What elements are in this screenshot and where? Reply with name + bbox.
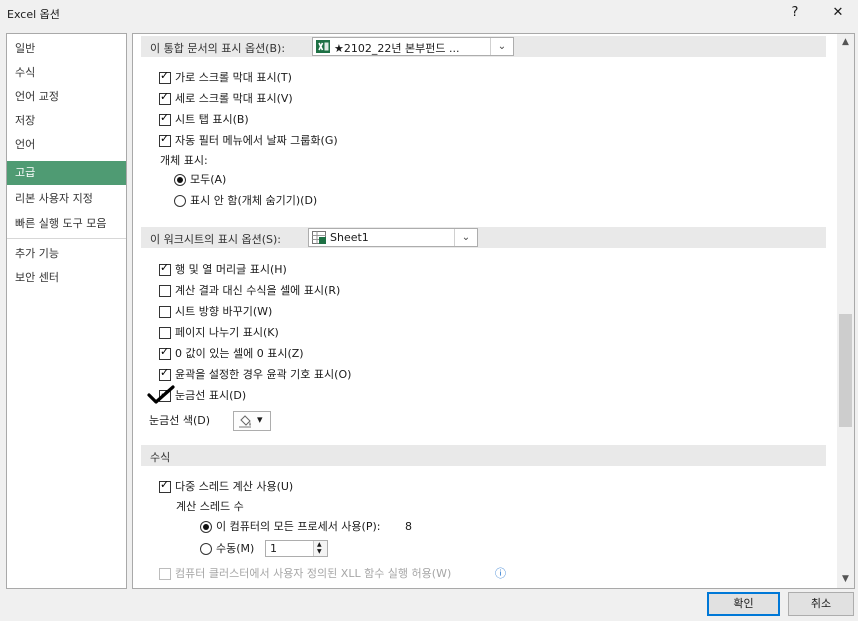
sidebar-item-formulas[interactable]: 수식 <box>7 61 126 85</box>
threads-label: 계산 스레드 수 <box>176 500 244 513</box>
scroll-down-icon[interactable]: ▼ <box>837 571 854 588</box>
chevron-down-icon[interactable]: ⌄ <box>454 229 477 246</box>
radio-dot <box>177 177 183 183</box>
option-label: 표시 안 함(개체 숨기기)(D) <box>190 194 318 207</box>
objects-label: 개체 표시: <box>160 154 208 167</box>
help-button[interactable]: ? <box>783 3 807 23</box>
option-label: 다중 스레드 계산 사용(U) <box>175 480 294 493</box>
radio-button[interactable] <box>200 521 212 533</box>
option-label: 윤곽을 설정한 경우 윤곽 기호 표시(O) <box>175 368 352 381</box>
chevron-down-icon[interactable]: ⌄ <box>490 38 513 55</box>
excel-workbook-icon <box>316 40 330 53</box>
sidebar-item-add-ins[interactable]: 추가 기능 <box>7 242 126 266</box>
stepper-arrows[interactable]: ▲ ▼ <box>313 541 327 556</box>
checkmark-icon: ✓ <box>160 345 170 358</box>
checkbox[interactable]: ✓ <box>159 132 171 147</box>
option-label: 수동(M) <box>216 542 255 555</box>
checkbox[interactable] <box>159 285 171 297</box>
sidebar-divider <box>7 238 126 239</box>
formula-section-header: 수식 <box>141 445 826 466</box>
option-label: 자동 필터 메뉴에서 날짜 그룹화(G) <box>175 134 338 147</box>
checkbox[interactable]: ✓ <box>159 261 171 276</box>
radio-button[interactable] <box>174 195 186 207</box>
options-sidebar: 일반 수식 언어 교정 저장 언어 고급 리본 사용자 지정 빠른 실행 도구 … <box>6 33 127 589</box>
gridline-color-row: 눈금선 색(D) <box>149 412 210 430</box>
option-label: 눈금선 표시(D) <box>175 389 247 402</box>
checkmark-icon: ✓ <box>160 111 170 124</box>
manual-threads-value[interactable]: 1 <box>270 542 277 555</box>
checkbox[interactable]: ✓ <box>159 366 171 381</box>
sidebar-item-advanced[interactable]: 고급 <box>7 161 126 185</box>
checkbox[interactable]: ✓ <box>159 345 171 360</box>
paint-bucket-icon <box>239 415 251 428</box>
sidebar-item-language[interactable]: 언어 <box>7 133 126 157</box>
ok-button[interactable]: 확인 <box>707 592 780 616</box>
workbook-display-header: 이 통합 문서의 표시 옵션(B): ★2102_22년 본부펀드 ... ⌄ <box>141 36 826 57</box>
option-label: 모두(A) <box>190 173 227 186</box>
checkmark-icon: ✓ <box>160 69 170 82</box>
option-label: 시트 방향 바꾸기(W) <box>175 305 273 318</box>
option-label: 행 및 열 머리글 표시(H) <box>175 263 287 276</box>
checkmark-icon: ✓ <box>160 478 170 491</box>
radio-dot <box>203 524 209 530</box>
manual-threads-stepper[interactable]: 1 ▲ ▼ <box>265 540 328 557</box>
option-label: 시트 탭 표시(B) <box>175 113 249 126</box>
close-button[interactable]: ✕ <box>826 3 850 23</box>
option-label: 세로 스크롤 막대 표시(V) <box>175 92 293 105</box>
checkbox[interactable]: ✓ <box>159 111 171 126</box>
scroll-thumb[interactable] <box>839 314 852 427</box>
sidebar-item-general[interactable]: 일반 <box>7 37 126 61</box>
sidebar-item-quick-access-toolbar[interactable]: 빠른 실행 도구 모음 <box>7 212 126 236</box>
sidebar-item-proofing[interactable]: 언어 교정 <box>7 85 126 109</box>
checkbox[interactable] <box>159 327 171 339</box>
window-title: Excel 옵션 <box>7 8 60 21</box>
title-bar: Excel 옵션 ? ✕ <box>0 0 858 26</box>
processor-count: 8 <box>405 520 412 533</box>
gridline-color-button[interactable]: ▾ <box>233 411 271 431</box>
workbook-display-label: 이 통합 문서의 표시 옵션(B): <box>150 42 286 55</box>
sheet-icon <box>312 231 326 244</box>
sidebar-item-customize-ribbon[interactable]: 리본 사용자 지정 <box>7 187 126 211</box>
checkbox <box>159 568 171 580</box>
stepper-down-icon[interactable]: ▼ <box>317 549 322 555</box>
sidebar-item-trust-center[interactable]: 보안 센터 <box>7 266 126 290</box>
option-label: 가로 스크롤 막대 표시(T) <box>175 71 292 84</box>
info-icon[interactable]: ⓘ <box>495 565 506 583</box>
sidebar-item-save[interactable]: 저장 <box>7 109 126 133</box>
checkbox[interactable]: ✓ <box>159 69 171 84</box>
advanced-options-panel: 이 통합 문서의 표시 옵션(B): ★2102_22년 본부펀드 ... ⌄ … <box>132 33 855 589</box>
checkbox[interactable]: ✓ <box>159 90 171 105</box>
radio-button[interactable] <box>200 543 212 555</box>
option-label: 0 값이 있는 셀에 0 표시(Z) <box>175 347 304 360</box>
checkbox[interactable] <box>159 306 171 318</box>
checkmark-icon: ✓ <box>160 366 170 379</box>
gridline-color-label: 눈금선 색(D) <box>149 414 211 427</box>
checkbox[interactable]: ✓ <box>159 478 171 493</box>
scroll-up-icon[interactable]: ▲ <box>837 34 854 51</box>
cancel-button[interactable]: 취소 <box>788 592 854 616</box>
handwritten-checkmark-icon <box>147 385 175 404</box>
workbook-select[interactable]: ★2102_22년 본부펀드 ... ⌄ <box>312 37 514 56</box>
worksheet-display-header: 이 워크시트의 표시 옵션(S): Sheet1 ⌄ <box>141 227 826 248</box>
checkmark-icon: ✓ <box>160 90 170 103</box>
option-label: 계산 결과 대신 수식을 셀에 표시(R) <box>175 284 341 297</box>
checkmark-icon: ✓ <box>160 132 170 145</box>
formula-section-label: 수식 <box>150 451 171 464</box>
workbook-select-value: ★2102_22년 본부펀드 ... <box>334 42 460 55</box>
sheet-select-value: Sheet1 <box>330 231 369 244</box>
radio-button[interactable] <box>174 174 186 186</box>
checkmark-icon: ✓ <box>160 261 170 274</box>
option-label: 컴퓨터 클러스터에서 사용자 정의된 XLL 함수 실행 허용(W) <box>175 567 452 580</box>
content-scrollbar[interactable]: ▲ ▼ <box>837 34 854 588</box>
chevron-down-icon[interactable]: ▾ <box>257 413 263 426</box>
sheet-select[interactable]: Sheet1 ⌄ <box>308 228 478 247</box>
option-label: 이 컴퓨터의 모든 프로세서 사용(P): <box>216 520 381 533</box>
worksheet-display-label: 이 워크시트의 표시 옵션(S): <box>150 233 281 246</box>
option-label: 페이지 나누기 표시(K) <box>175 326 279 339</box>
